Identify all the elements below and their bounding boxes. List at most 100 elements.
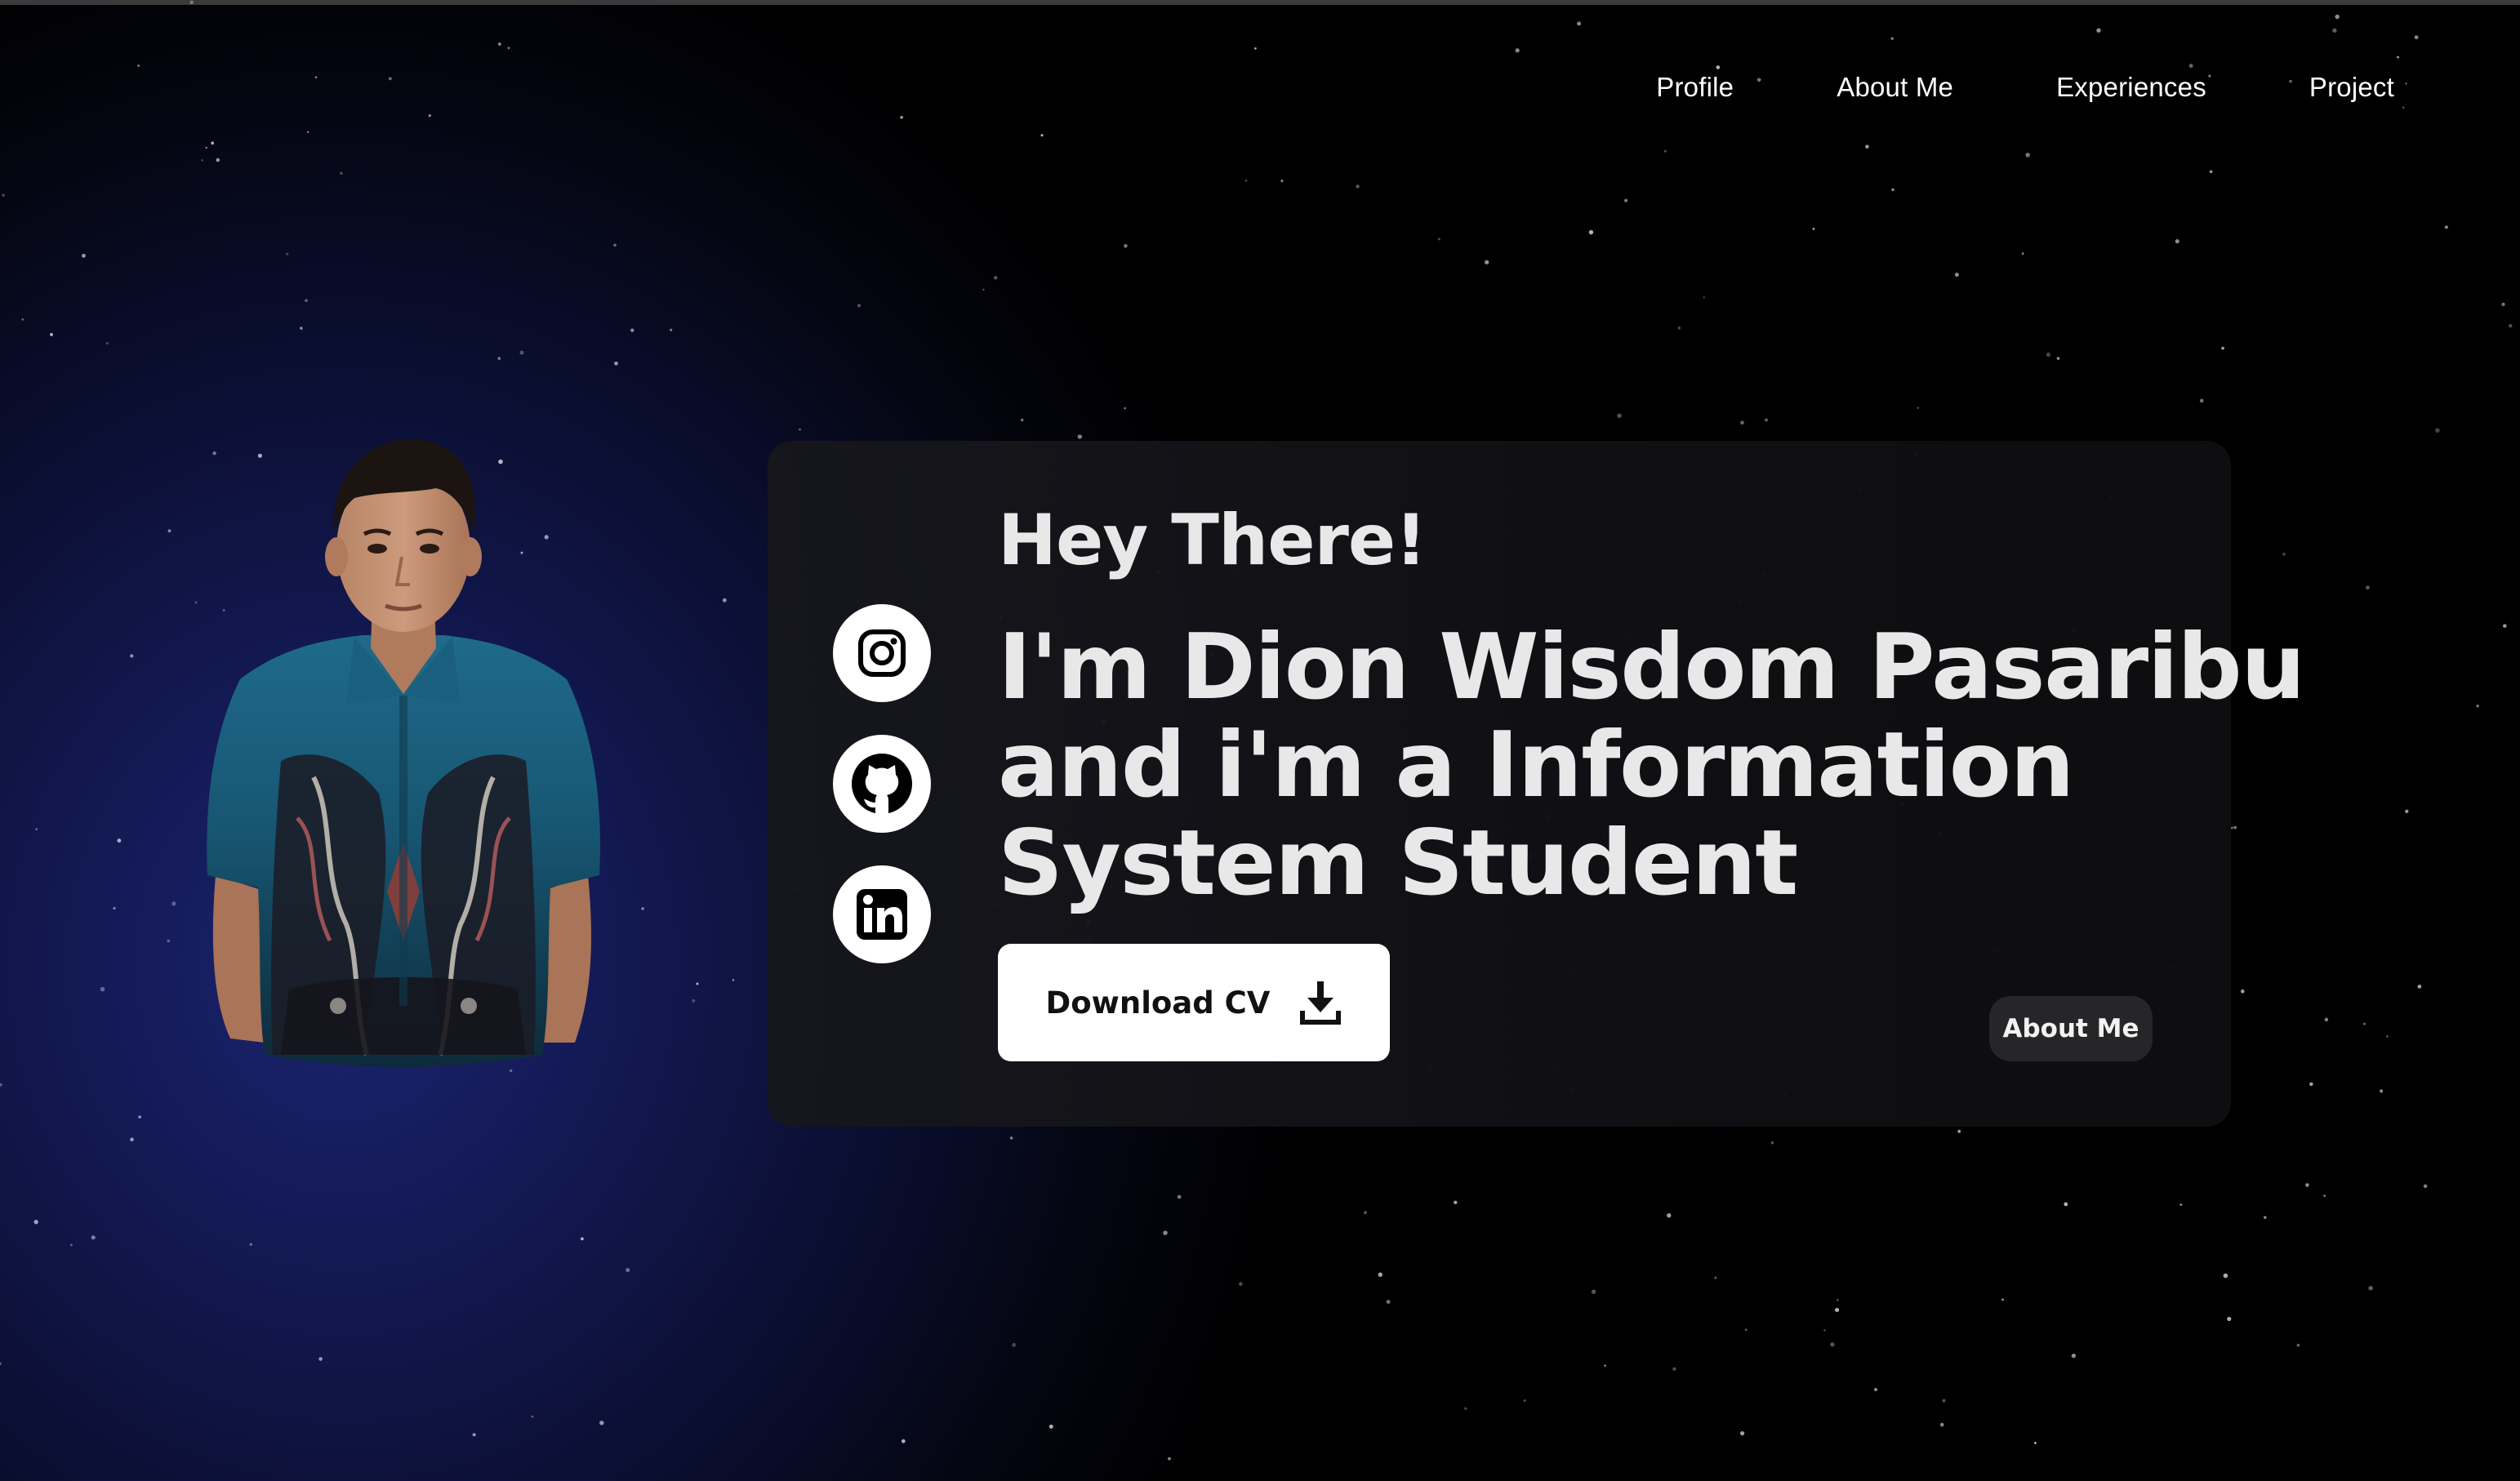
github-link[interactable] <box>833 735 931 833</box>
star <box>2417 985 2422 989</box>
star <box>1714 1276 1717 1279</box>
star <box>167 939 171 943</box>
star <box>2385 1035 2389 1038</box>
star <box>2501 302 2505 307</box>
star <box>722 598 727 603</box>
nav-experiences[interactable]: Experiences <box>2056 72 2206 103</box>
nav-profile[interactable]: Profile <box>1656 72 1734 103</box>
star <box>167 529 171 533</box>
star <box>70 1243 73 1247</box>
star <box>2 193 5 197</box>
star <box>696 982 699 985</box>
star <box>1765 418 1768 422</box>
linkedin-link[interactable] <box>833 865 931 963</box>
profile-portrait <box>207 438 600 1067</box>
star <box>2001 1298 2004 1301</box>
star <box>1523 1399 1526 1403</box>
star <box>205 146 207 149</box>
star <box>249 1243 252 1246</box>
star <box>1485 260 1489 265</box>
star <box>2071 1353 2077 1359</box>
star <box>2368 1285 2373 1291</box>
star <box>982 288 985 291</box>
star <box>1873 1387 1878 1392</box>
nav-project[interactable]: Project <box>2309 72 2394 103</box>
star <box>1812 228 1815 230</box>
star <box>1012 1342 1017 1347</box>
star <box>1280 180 1284 183</box>
star <box>21 318 24 321</box>
star <box>130 654 134 658</box>
star <box>2021 252 2024 255</box>
star <box>211 141 215 145</box>
star <box>1386 1299 1391 1305</box>
star <box>113 906 116 910</box>
star <box>171 901 176 906</box>
star <box>100 986 105 992</box>
star <box>519 350 524 355</box>
star <box>1954 273 1959 277</box>
star <box>2056 357 2060 360</box>
star <box>1835 1307 1840 1313</box>
star <box>2366 585 2370 590</box>
star <box>1454 1200 1458 1205</box>
star <box>1163 1230 1168 1235</box>
star <box>137 64 140 67</box>
star <box>1917 407 1920 409</box>
star <box>1077 434 1083 439</box>
download-cv-button[interactable]: Download CV <box>998 944 1390 1061</box>
star <box>1378 1272 1382 1277</box>
star <box>614 361 618 366</box>
star <box>1830 1342 1835 1347</box>
star <box>2223 1273 2228 1279</box>
star <box>33 1220 38 1225</box>
star <box>2323 1194 2326 1197</box>
star <box>581 1237 584 1241</box>
instagram-icon <box>858 629 906 677</box>
star <box>799 428 801 431</box>
star <box>1624 198 1628 202</box>
star <box>1672 1367 1676 1371</box>
star <box>2199 398 2204 403</box>
star <box>2444 225 2448 229</box>
instagram-link[interactable] <box>833 604 931 702</box>
star <box>388 77 392 81</box>
star <box>1009 1136 1013 1140</box>
star <box>2423 1184 2428 1189</box>
star <box>531 1415 534 1418</box>
star <box>1239 1282 1243 1286</box>
hero-headline: I'm Dion Wisdom Pasaribu and i'm a Infor… <box>998 619 2305 916</box>
star <box>1740 420 1744 425</box>
star <box>900 115 903 119</box>
star <box>2064 1202 2068 1207</box>
star <box>1177 1194 1182 1199</box>
star <box>1942 1399 1946 1403</box>
star <box>2309 1082 2313 1087</box>
star <box>35 828 38 830</box>
star <box>1591 1289 1596 1294</box>
star <box>2414 35 2419 40</box>
star <box>1837 1299 1839 1301</box>
star <box>2188 64 2193 69</box>
star <box>1939 1422 1944 1427</box>
star <box>1891 188 1894 192</box>
about-me-button[interactable]: About Me <box>1989 996 2153 1061</box>
star <box>1464 1407 1467 1410</box>
star <box>2282 552 2286 556</box>
star <box>286 252 289 256</box>
star <box>901 1439 906 1443</box>
star <box>2332 28 2337 33</box>
nav-about-me[interactable]: About Me <box>1837 72 1953 103</box>
star <box>2233 825 2237 829</box>
star <box>1663 149 1667 153</box>
star <box>0 1362 2 1365</box>
star <box>1770 1141 1774 1145</box>
star <box>216 158 220 162</box>
star <box>2264 1216 2267 1219</box>
star <box>2096 28 2101 33</box>
star <box>2509 323 2513 328</box>
star <box>340 171 343 176</box>
star <box>1124 244 1128 248</box>
star <box>2402 106 2405 109</box>
headline-line-3: System Student <box>998 811 1798 916</box>
